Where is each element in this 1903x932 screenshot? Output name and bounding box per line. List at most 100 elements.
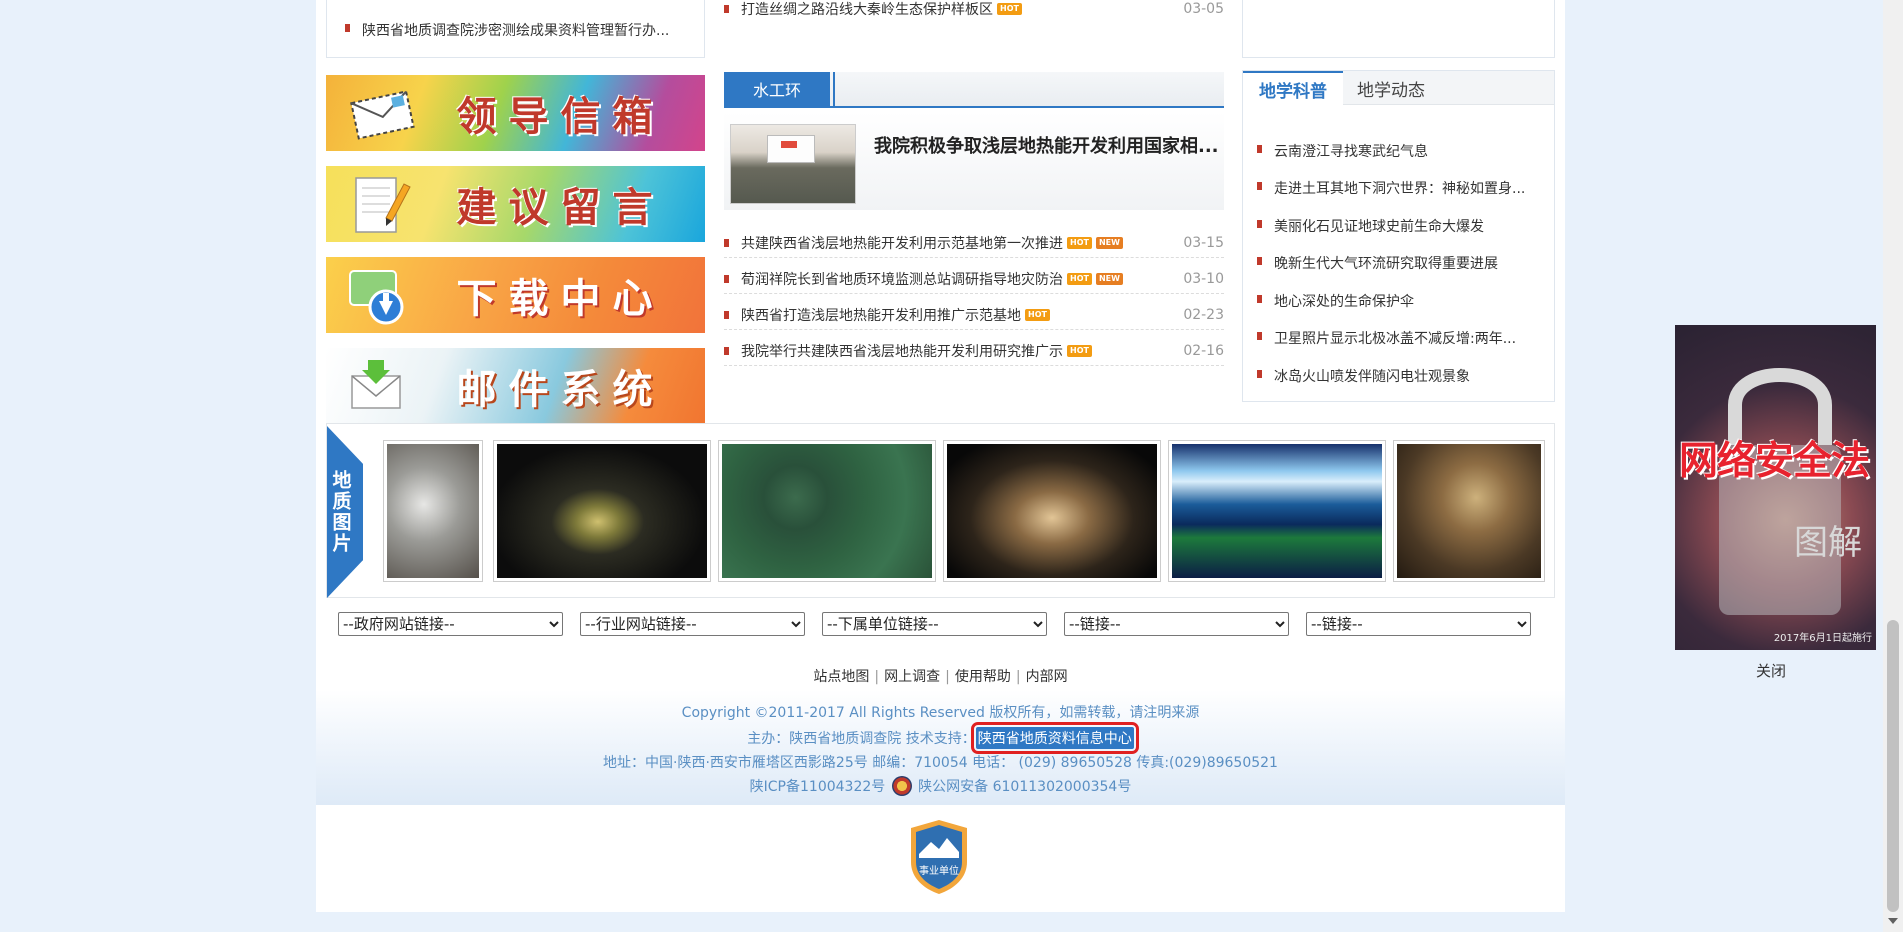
intranet-link[interactable]: 内部网 (1026, 669, 1068, 685)
link-separator: | (1015, 669, 1021, 685)
list-item[interactable]: 美丽化石见证地球史前生命大爆发 (1257, 216, 1549, 236)
list-item[interactable]: 冰岛火山喷发伴随闪电壮观景象 (1257, 366, 1549, 386)
hot-badge: HOT (1067, 272, 1092, 285)
gallery-photo[interactable] (1393, 440, 1545, 582)
leader-mailbox-banner[interactable]: 领导信箱 (326, 75, 705, 151)
government-links-select[interactable]: --政府网站链接-- (338, 612, 563, 636)
links-select[interactable]: --链接-- (1064, 612, 1289, 636)
list-item[interactable]: 打造丝绸之路沿线大秦岭生态保护样板区 HOT 03-05 (724, 0, 1224, 24)
list-item[interactable]: 云南澄江寻找寒武纪气息 (1257, 141, 1549, 161)
gallery-label: 地质图片 (327, 426, 363, 598)
suggestion-banner[interactable]: 建议留言 (326, 166, 705, 242)
list-item[interactable]: 晚新生代大气环流研究取得重要进展 (1257, 253, 1549, 273)
bullet-icon (724, 274, 729, 283)
bullet-icon (1257, 257, 1262, 265)
banner-label: 邮件系统 (456, 366, 665, 413)
list-item[interactable]: 走进土耳其地下洞穴世界：神秘如置身... (1257, 178, 1549, 198)
page-scrollbar[interactable] (1883, 0, 1903, 932)
subordinate-links-select[interactable]: --下属单位链接-- (822, 612, 1047, 636)
gallery-photo[interactable] (718, 440, 936, 582)
tech-support-link[interactable]: 陕西省地质资料信息中心 (970, 722, 1139, 754)
news-date: 02-23 (1183, 306, 1224, 323)
mail-system-banner[interactable]: 邮件系统 (326, 348, 705, 424)
news-tab-bar: 水工环 (724, 72, 1224, 108)
list-item-title: 走进土耳其地下洞穴世界：神秘如置身... (1274, 181, 1526, 197)
tab-divider (833, 72, 835, 106)
list-item-title: 卫星照片显示北极冰盖不减反增:两年... (1274, 331, 1517, 347)
gallery-photo[interactable] (383, 440, 483, 582)
address-text: 地址：中国·陕西·西安市雁塔区西影路25号 邮编：710054 电话： (029… (603, 755, 1278, 771)
featured-news-thumbnail[interactable] (730, 124, 856, 204)
shield-label: 事业单位 (919, 864, 959, 877)
bullet-icon (345, 24, 350, 32)
download-icon (349, 270, 404, 325)
host-text: 主办：陕西省地质调查院 技术支持： (747, 731, 976, 747)
copyright-text: Copyright ©2011-2017 All Rights Reserved… (681, 705, 1200, 721)
host-line: 主办：陕西省地质调查院 技术支持： 陕西省地质资料信息中心 (316, 722, 1565, 754)
ad-title: 网络安全法 (1679, 439, 1870, 484)
online-survey-link[interactable]: 网上调查 (884, 669, 940, 685)
padlock-icon (1719, 368, 1841, 615)
geoscience-tabs: 地学科普 地学动态 (1243, 71, 1554, 106)
gallery-photo[interactable] (493, 440, 711, 582)
gallery-photo[interactable] (943, 440, 1161, 582)
list-item[interactable]: 我院举行共建陕西省浅层地热能开发利用研究推广示 HOT 02-16 (724, 336, 1224, 366)
bullet-icon (724, 238, 729, 247)
list-item-title: 地心深处的生命保护伞 (1274, 294, 1414, 310)
bullet-icon (724, 5, 729, 13)
news-date: 03-15 (1183, 234, 1224, 251)
bullet-icon (1257, 182, 1262, 190)
ad-date: 2017年6月1日起施行 (1773, 633, 1872, 644)
bullet-icon (1257, 370, 1262, 378)
footer-links: 站点地图 | 网上调查 | 使用帮助 | 内部网 (316, 666, 1565, 686)
bullet-icon (1257, 145, 1262, 153)
new-badge: NEW (1095, 236, 1123, 249)
hot-badge: HOT (1025, 308, 1050, 321)
list-item[interactable]: 陕西省打造浅层地热能开发利用推广示范基地 HOT 02-23 (724, 300, 1224, 330)
list-item[interactable]: 陕西省地质调查院涉密测绘成果资料管理暂行办... (345, 20, 669, 40)
registration-line: 陕ICP备11004322号 陕公网安备 61011302000354号 (316, 776, 1565, 796)
bullet-icon (1257, 332, 1262, 340)
featured-news-title[interactable]: 我院积极争取浅层地热能开发利用国家相... (874, 132, 1219, 158)
banner-label: 领导信箱 (456, 93, 665, 140)
sitemap-link[interactable]: 站点地图 (813, 669, 869, 685)
list-item[interactable]: 共建陕西省浅层地热能开发利用示范基地第一次推进 HOT NEW 03-15 (724, 228, 1224, 258)
list-item[interactable]: 卫星照片显示北极冰盖不减反增:两年... (1257, 328, 1549, 348)
list-item[interactable]: 荀润祥院长到省地质环境监测总站调研指导地灾防治 HOT NEW 03-10 (724, 264, 1224, 294)
banner-label: 下载中心 (456, 275, 665, 322)
scrollbar-thumb[interactable] (1887, 620, 1899, 912)
hot-badge: HOT (1067, 344, 1092, 357)
tab-geoscience-popular[interactable]: 地学科普 (1243, 71, 1343, 106)
hot-badge: HOT (1067, 236, 1092, 249)
list-item-title: 陕西省地质调查院涉密测绘成果资料管理暂行办... (362, 23, 670, 39)
links-select[interactable]: --链接-- (1306, 612, 1531, 636)
icp-link[interactable]: 陕ICP备11004322号 (750, 779, 886, 795)
industry-links-select[interactable]: --行业网站链接-- (580, 612, 805, 636)
page-container: 陕西省地质调查院涉密测绘成果资料管理暂行办... 领导信箱 建议留言 下载中心 … (316, 0, 1565, 912)
right-top-box (1242, 0, 1555, 58)
tab-geoscience-news[interactable]: 地学动态 (1357, 71, 1425, 105)
bullet-icon (1257, 220, 1262, 228)
floating-ad[interactable]: 网络安全法 图解 2017年6月1日起施行 (1675, 325, 1876, 650)
news-title: 打造丝绸之路沿线大秦岭生态保护样板区 (741, 2, 993, 18)
featured-news[interactable]: 我院积极争取浅层地热能开发利用国家相... (724, 112, 1224, 210)
new-badge: NEW (1095, 272, 1123, 285)
bullet-icon (724, 310, 729, 319)
news-title: 共建陕西省浅层地热能开发利用示范基地第一次推进 (741, 235, 1063, 252)
police-record-link[interactable]: 陕公网安备 61011302000354号 (918, 779, 1131, 795)
ad-close-button[interactable]: 关闭 (1756, 660, 1786, 681)
list-item[interactable]: 地心深处的生命保护伞 (1257, 291, 1549, 311)
footer-info: Copyright ©2011-2017 All Rights Reserved… (316, 690, 1565, 805)
list-item-title: 美丽化石见证地球史前生命大爆发 (1274, 219, 1484, 235)
bullet-icon (1257, 295, 1262, 303)
link-separator: | (874, 669, 880, 685)
gallery-photo[interactable] (1168, 440, 1386, 582)
link-separator: | (945, 669, 950, 685)
tab-shuigonghuan[interactable]: 水工环 (724, 72, 830, 106)
public-institution-shield-icon[interactable]: 事业单位 (907, 818, 971, 896)
news-date: 03-05 (1183, 1, 1224, 17)
scroll-down-arrow-icon[interactable] (1888, 918, 1898, 924)
download-center-banner[interactable]: 下载中心 (326, 257, 705, 333)
news-title: 荀润祥院长到省地质环境监测总站调研指导地灾防治 (741, 271, 1063, 288)
help-link[interactable]: 使用帮助 (955, 669, 1011, 685)
